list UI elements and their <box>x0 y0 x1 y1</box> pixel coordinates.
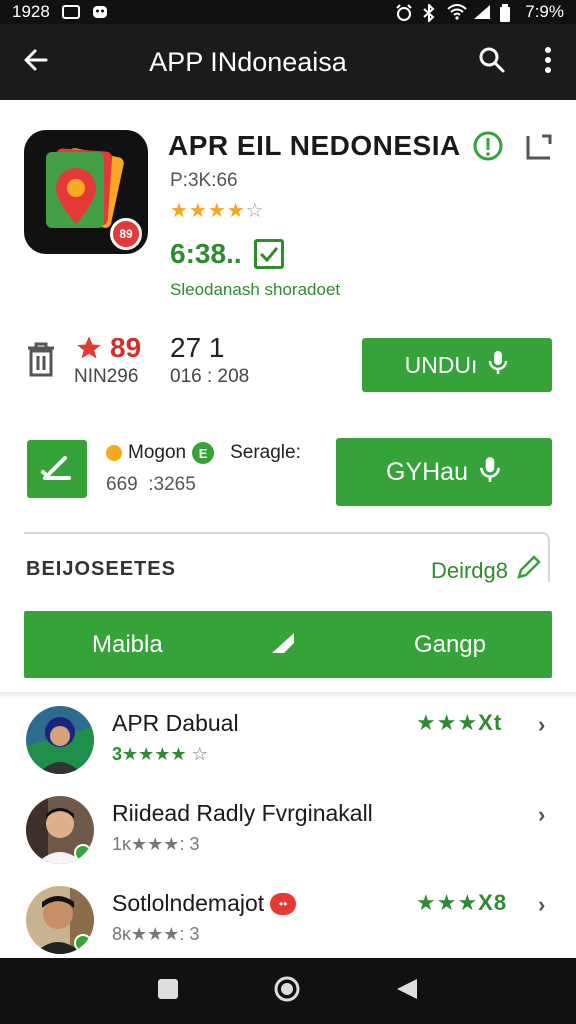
reviewer-name: APR Dabual <box>112 710 239 736</box>
install-button-label: UNDUı <box>404 351 478 378</box>
battery-icon <box>499 4 515 22</box>
e-badge: E <box>192 442 215 464</box>
wifi-icon <box>447 4 467 20</box>
stat2-value: 27 1 <box>170 332 225 363</box>
system-nav-bar <box>0 958 576 1024</box>
edit-icon <box>39 452 75 487</box>
stat1-value: 89 <box>110 332 142 363</box>
status-time: 1928 <box>12 2 50 21</box>
star-icon: ★★★★ <box>170 200 246 222</box>
search-button[interactable] <box>464 24 520 100</box>
app-notification-icon <box>92 4 108 20</box>
app-bar-title: APP INdoneaisa <box>149 46 347 77</box>
rating-suffix: 3 <box>189 924 200 944</box>
gmail-button[interactable]: GYHau <box>336 438 552 506</box>
app-bar: APP INdoneaisa <box>0 24 576 100</box>
nav-back-icon[interactable] <box>395 977 419 1006</box>
pencil-icon <box>514 554 542 588</box>
lock-icon <box>106 445 122 461</box>
star-empty-icon: ☆ <box>191 744 208 764</box>
gmail-button-label: GYHau <box>386 457 468 486</box>
app-icon-badge: 89 <box>110 218 142 250</box>
reviewer-name: Riidead Radly Fvrginakall <box>112 800 373 826</box>
more-vert-icon <box>544 46 552 78</box>
rating-stars: ★★★★☆ <box>170 198 265 223</box>
rating-suffix: 3 <box>189 834 200 854</box>
info-circle-icon[interactable] <box>472 130 504 167</box>
reviewer-name-text: Sotlolndemajot <box>112 890 265 916</box>
developer-label: P:3K:66 <box>170 170 238 191</box>
divider <box>0 692 576 698</box>
rating-prefix: 8ĸ <box>112 924 132 944</box>
checkbox-icon[interactable] <box>253 239 284 269</box>
app-title: APR EIL NEDONESIA <box>168 130 461 161</box>
reviewer-name: Sotlolndemajot •• <box>112 890 297 917</box>
app-icon[interactable]: 89 <box>24 130 148 254</box>
stat1-label: NIN296 <box>74 366 139 387</box>
star-icon: ★★★: <box>131 834 185 854</box>
stat-rating: 89 NIN296 <box>74 332 141 388</box>
notification-icon <box>61 5 80 19</box>
avatar <box>26 796 94 864</box>
red-star-icon <box>77 336 101 359</box>
edit-button[interactable] <box>27 440 87 498</box>
action-bar-right[interactable]: Gangp <box>414 631 486 659</box>
star-empty-icon: ☆ <box>245 200 265 222</box>
mic-icon <box>478 455 502 490</box>
verified-icon <box>74 844 92 862</box>
status-clock: 7:9% <box>525 2 564 21</box>
mic-icon <box>487 349 509 381</box>
share-bracket-icon[interactable] <box>524 132 554 167</box>
chevron-right-icon[interactable]: › <box>538 802 545 828</box>
review-score: ★★★Xt <box>416 710 503 735</box>
reviewer-rating: 3★★★★ ☆ <box>112 744 208 765</box>
chevron-right-icon[interactable]: › <box>538 712 545 738</box>
section-header: BEIJOSEETES Deirdg8 <box>24 532 550 583</box>
nav-home-icon[interactable] <box>273 975 301 1008</box>
nav-square-icon[interactable] <box>157 978 179 1005</box>
mogon-label: Mogon <box>128 442 187 463</box>
more-options-button[interactable] <box>520 24 576 100</box>
trash-icon[interactable] <box>24 340 58 383</box>
review-score: ★★★X8 <box>416 890 508 915</box>
section-label: BEIJOSEETES <box>26 558 176 580</box>
price-value: 6:38.. <box>170 238 242 269</box>
chevron-right-icon[interactable]: › <box>538 892 545 918</box>
star-icon: ★★★: <box>131 924 185 944</box>
star-icon: ★★★★ <box>122 744 187 764</box>
avatar <box>26 886 94 954</box>
action-bar[interactable]: Maibla Gangp <box>24 611 552 678</box>
secondary-row: Mogon E Seragle: 669 :3265 GYHau <box>0 412 576 520</box>
signal-triangle-icon <box>270 631 296 662</box>
reviewer-rating: 8ĸ★★★: 3 <box>112 924 199 945</box>
action-bar-left[interactable]: Maibla <box>92 631 163 659</box>
section-link-label: Deirdg8 <box>430 558 508 583</box>
section-link[interactable]: Deirdg8 <box>431 554 542 588</box>
verified-icon <box>74 934 92 952</box>
seragle-label: Seragle: <box>230 442 301 463</box>
review-item[interactable]: APR Dabual 3★★★★ ☆ ★★★Xt › <box>0 706 576 794</box>
review-item[interactable]: Riidead Radly Fvrginakall 1ĸ★★★: 3 › <box>0 796 576 884</box>
price-row: 6:38.. <box>170 238 284 270</box>
app-header-card: 89 APR EIL NEDONESIA P:3K:66 ★★★★☆ 6:38.… <box>0 100 576 412</box>
back-button[interactable] <box>0 24 72 100</box>
alarm-icon <box>395 4 412 21</box>
heart-badge-icon: •• <box>270 892 297 915</box>
search-icon <box>478 46 506 79</box>
stat-downloads: 27 1 016 : 208 <box>170 332 249 388</box>
signal-icon <box>473 4 491 20</box>
stat2-label: 016 : 208 <box>170 366 250 387</box>
mogon-numbers: 669 :3265 <box>106 474 196 495</box>
reviewer-rating: 1ĸ★★★: 3 <box>112 834 199 855</box>
rating-prefix: 3 <box>112 744 123 764</box>
rating-prefix: 1ĸ <box>112 834 132 854</box>
bluetooth-icon <box>421 2 437 24</box>
back-arrow-icon <box>22 46 50 79</box>
avatar <box>26 706 94 774</box>
app-subtitle: Sleodanash shoradoet <box>170 280 341 299</box>
install-button[interactable]: UNDUı <box>362 338 552 392</box>
status-bar: 1928 7:9% <box>0 0 576 24</box>
mogon-row: Mogon E Seragle: <box>106 442 301 464</box>
